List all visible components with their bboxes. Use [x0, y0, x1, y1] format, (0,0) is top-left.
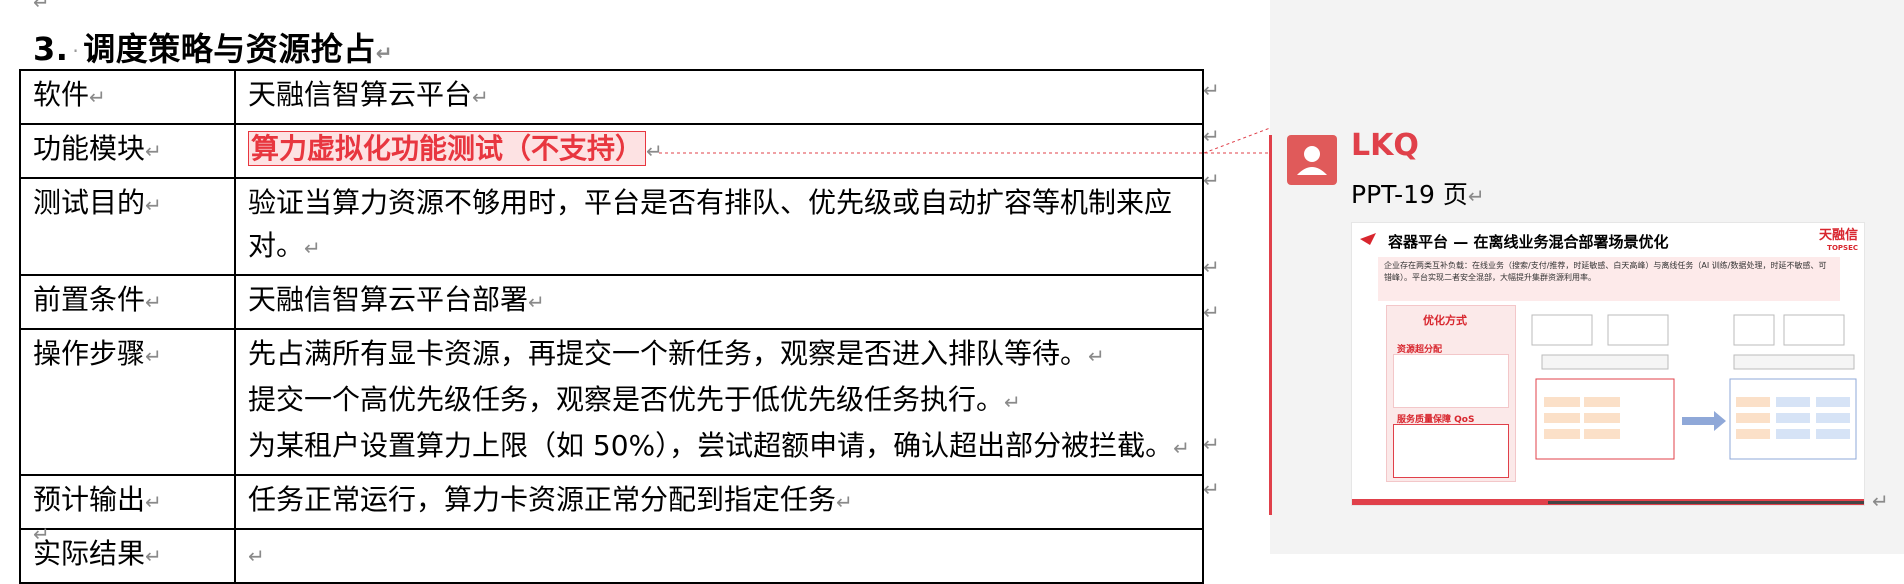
row-end-mark: ↵ [1203, 168, 1220, 192]
table-row: 前置条件↵ 天融信智算云平台部署↵ [19, 274, 1204, 330]
slide-title: 容器平台 — 在离线业务混合部署场景优化 [1388, 233, 1669, 251]
heading-text: 调度策略与资源抢占 [83, 30, 376, 68]
row-value[interactable]: 验证当算力资源不够用时，平台是否有排队、优先级或自动扩容等机制来应对。↵ [234, 177, 1204, 276]
heading-number: 3. [33, 30, 69, 68]
step-line: 提交一个高优先级任务，观察是否优先于低优先级任务执行。↵ [248, 383, 1021, 416]
row-label[interactable]: 实际结果↵ [19, 528, 236, 584]
comment-slide-image[interactable]: 容器平台 — 在离线业务混合部署场景优化 天融信 TOPSEC 企业存在两类互补… [1351, 222, 1865, 506]
comment-selection-bar [1269, 135, 1272, 515]
row-value[interactable]: 先占满所有显卡资源，再提交一个新任务，观察是否进入排队等待。↵ 提交一个高优先级… [234, 328, 1204, 476]
row-end-mark: ↵ [1203, 300, 1220, 324]
row-label[interactable]: 操作步骤↵ [19, 328, 236, 476]
test-case-table[interactable]: 软件↵ 天融信智算云平台↵ 功能模块↵ 算力虚拟化功能测试（不支持） ↵ 测试目的… [19, 69, 1204, 584]
table-row: 预计输出↵ 任务正常运行，算力卡资源正常分配到指定任务↵ [19, 474, 1204, 530]
table-row: 操作步骤↵ 先占满所有显卡资源，再提交一个新任务，观察是否进入排队等待。↵ 提交… [19, 328, 1204, 476]
row-end-mark: ↵ [1203, 255, 1220, 279]
slide-footer-bar [1352, 499, 1864, 505]
topsec-logo: 天融信 TOPSEC [1818, 228, 1858, 252]
section-heading[interactable]: 3. · 调度策略与资源抢占↵ [33, 24, 393, 70]
table-row: 功能模块↵ 算力虚拟化功能测试（不支持） ↵ [19, 123, 1204, 179]
paragraph-mark: ↵ [1872, 489, 1889, 513]
slide-optimization-panel: 优化方式 资源超分配 服务质量保障 QoS [1386, 305, 1516, 482]
row-label[interactable]: 软件↵ [19, 69, 236, 125]
row-label[interactable]: 测试目的↵ [19, 177, 236, 276]
slide-intro: 企业存在两类互补负载：在线业务（搜索/支付/推荐，时延敏感、白天高峰）与离线任务… [1378, 257, 1840, 301]
row-end-mark: ↵ [1203, 477, 1220, 501]
paragraph-mark: ↵ [33, 522, 50, 546]
comment-author: LKQ [1351, 128, 1419, 163]
row-end-mark: ↵ [1203, 124, 1220, 148]
document-page[interactable]: ↵ 3. · 调度策略与资源抢占↵ 软件↵ 天融信智算云平台↵ 功能模块↵ 算力虚拟… [0, 0, 1270, 584]
row-value[interactable]: 天融信智算云平台↵ [234, 69, 1204, 125]
table-row: 测试目的↵ 验证当算力资源不够用时，平台是否有排队、优先级或自动扩容等机制来应对… [19, 177, 1204, 276]
row-value[interactable]: 天融信智算云平台部署↵ [234, 274, 1204, 330]
user-icon [1297, 146, 1327, 175]
slide-architecture-diagram [1531, 314, 1857, 460]
row-value[interactable]: ↵ [234, 528, 1204, 584]
paragraph-mark: ↵ [33, 0, 50, 14]
avatar[interactable] [1287, 135, 1337, 185]
step-line: 为某租户设置算力上限（如 50%），尝试超额申请，确认超出部分被拦截。↵ [248, 429, 1190, 462]
row-label[interactable]: 预计输出↵ [19, 474, 236, 530]
comment-text[interactable]: PPT-19 页↵ [1351, 175, 1485, 211]
slide-arrow-icon [1360, 233, 1376, 245]
step-line: 先占满所有显卡资源，再提交一个新任务，观察是否进入排队等待。↵ [248, 337, 1105, 370]
row-label[interactable]: 前置条件↵ [19, 274, 236, 330]
row-value[interactable]: 任务正常运行，算力卡资源正常分配到指定任务↵ [234, 474, 1204, 530]
table-row: 软件↵ 天融信智算云平台↵ [19, 69, 1204, 125]
row-label[interactable]: 功能模块↵ [19, 123, 236, 179]
row-end-mark: ↵ [1203, 432, 1220, 456]
paragraph-mark: ↵ [375, 41, 394, 65]
commented-text-highlight[interactable]: 算力虚拟化功能测试（不支持） [248, 131, 647, 166]
row-value[interactable]: 算力虚拟化功能测试（不支持） ↵ [234, 123, 1204, 179]
table-row: 实际结果↵ ↵ [19, 528, 1204, 584]
row-end-mark: ↵ [1203, 78, 1220, 102]
